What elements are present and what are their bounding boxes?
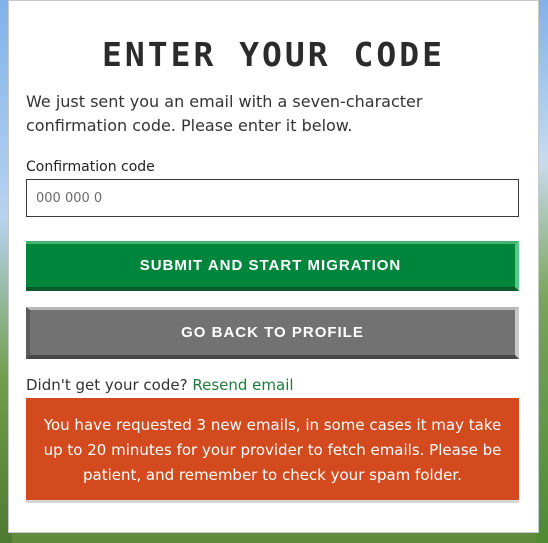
intro-text: We just sent you an email with a seven-c… xyxy=(26,92,423,135)
resend-email-link[interactable]: Resend email xyxy=(192,376,293,394)
rate-limit-notice: You have requested 3 new emails, in some… xyxy=(26,398,519,503)
confirmation-code-label: Confirmation code xyxy=(26,159,155,175)
resend-row: Didn't get your code? Resend email xyxy=(26,376,294,394)
resend-prompt: Didn't get your code? xyxy=(26,376,188,394)
page-title: ENTER YOUR CODE xyxy=(101,35,445,74)
submit-and-start-migration-button[interactable]: SUBMIT AND START MIGRATION xyxy=(26,241,519,291)
confirmation-code-input[interactable] xyxy=(26,179,519,217)
go-back-to-profile-button[interactable]: GO BACK TO PROFILE xyxy=(26,307,519,359)
enter-code-dialog: ENTER YOUR CODE We just sent you an emai… xyxy=(8,0,539,533)
